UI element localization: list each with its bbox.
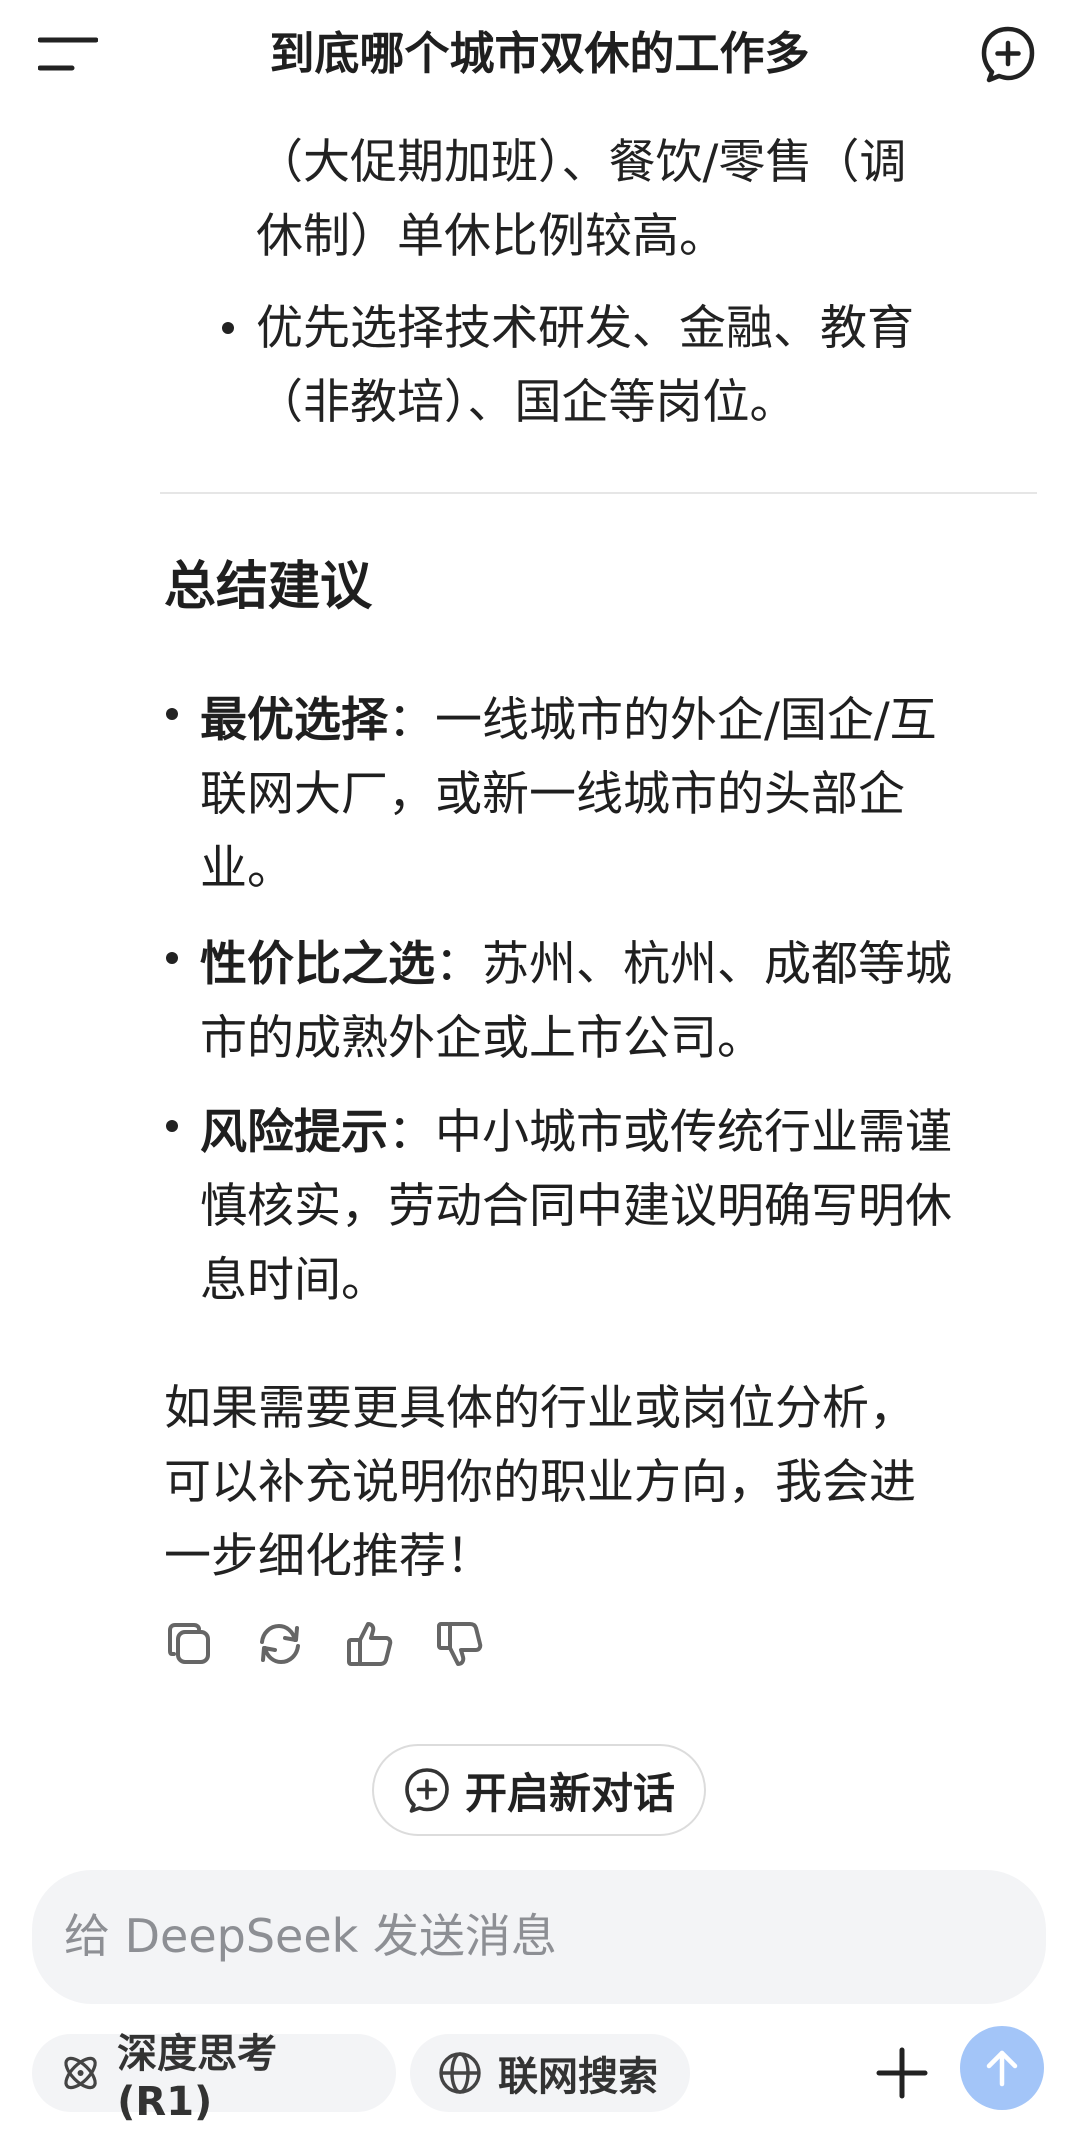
item-label: 性价比之选	[200, 937, 435, 992]
bullet-dot	[222, 322, 234, 334]
item-label: 最优选择	[200, 693, 388, 748]
atom-icon	[64, 2056, 97, 2090]
paragraph-line: 优先选择技术研发、金融、教育	[256, 301, 914, 356]
list-item-line: 业。	[200, 841, 294, 896]
closing-paragraph-line: 可以补充说明你的职业方向，我会进	[164, 1455, 916, 1510]
section-divider	[160, 492, 1037, 494]
start-new-chat-button[interactable]: 开启新对话	[372, 1744, 706, 1836]
thumbs-down-icon[interactable]	[434, 1618, 486, 1670]
web-search-toggle[interactable]: 联网搜索	[410, 2034, 690, 2112]
message-input-placeholder: 给 DeepSeek 发送消息	[64, 1909, 557, 1963]
bullet-dot	[166, 1120, 178, 1132]
deep-think-toggle[interactable]: 深度思考 (R1)	[32, 2031, 396, 2125]
closing-paragraph-line: 如果需要更具体的行业或岗位分析，	[164, 1381, 916, 1436]
list-item-line: 市的成熟外企或上市公司。	[200, 1011, 764, 1066]
plus-icon	[876, 2047, 928, 2099]
refresh-icon[interactable]	[254, 1618, 306, 1670]
send-button[interactable]	[960, 2026, 1044, 2110]
bullet-dot	[166, 708, 178, 720]
paragraph-line: （非教培）、国企等岗位。	[256, 375, 797, 430]
web-search-label: 联网搜索	[498, 2054, 658, 2100]
paragraph-line: 休制）单休比例较高。	[256, 209, 726, 264]
closing-paragraph-line: 一步细化推荐！	[164, 1529, 493, 1584]
chat-title: 到底哪个城市双休的工作多	[269, 27, 810, 80]
item-label: 风险提示	[200, 1105, 388, 1160]
deep-think-label: 深度思考 (R1)	[117, 2031, 278, 2125]
attach-button[interactable]	[872, 2034, 932, 2112]
list-item-line: 慎核实，劳动合同中建议明确写明休	[200, 1179, 952, 1234]
list-item-line: 息时间。	[200, 1253, 388, 1308]
list-item: 风险提示：中小城市或传统行业需谨	[200, 1105, 952, 1160]
list-item: 最优选择：一线城市的外企/国企/互	[200, 693, 937, 748]
copy-icon[interactable]	[164, 1618, 216, 1670]
arrow-up-icon	[986, 2050, 1018, 2087]
new-chat-icon[interactable]	[978, 24, 1038, 84]
start-new-chat-label: 开启新对话	[464, 1768, 675, 1818]
list-item-line: 联网大厂，或新一线城市的头部企	[200, 767, 905, 822]
paragraph-line: （大促期加班）、餐饮/零售（调	[256, 135, 907, 190]
section-title: 总结建议	[164, 557, 373, 617]
thumbs-up-icon[interactable]	[344, 1618, 396, 1670]
bullet-dot	[166, 952, 178, 964]
globe-icon	[439, 2052, 481, 2094]
list-item: 性价比之选：苏州、杭州、成都等城	[200, 937, 952, 992]
new-chat-icon	[405, 1768, 449, 1813]
